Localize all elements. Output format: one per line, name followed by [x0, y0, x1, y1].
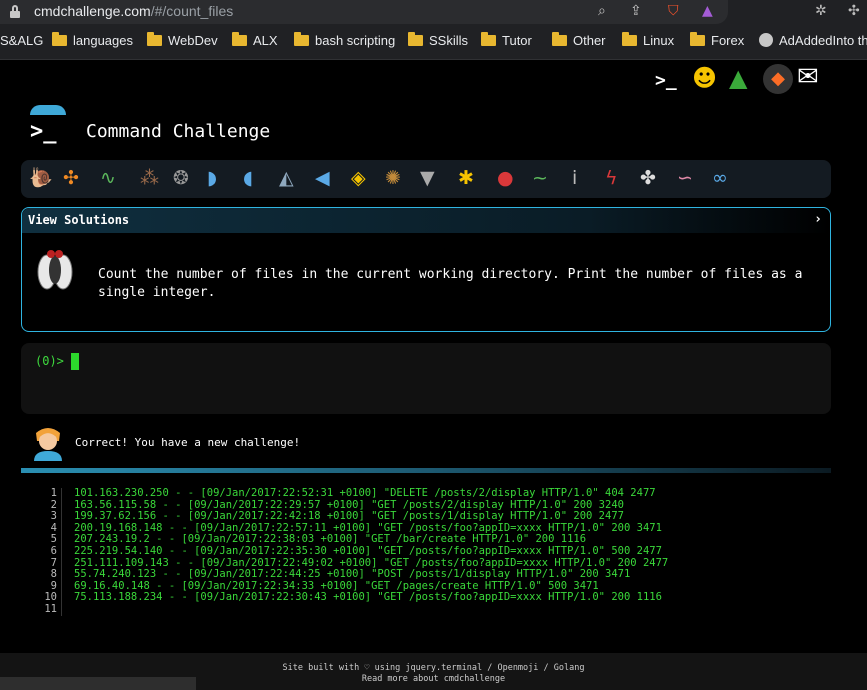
- brave-rewards-icon[interactable]: ▲: [702, 3, 713, 19]
- bookmark-item[interactable]: SSkills: [408, 32, 468, 51]
- bookmark-item[interactable]: S&ALG: [0, 33, 43, 51]
- microbe-icon[interactable]: ∞: [712, 167, 728, 189]
- challenge-card: View Solutions › Count the number of fil…: [21, 207, 831, 332]
- gitlab-icon[interactable]: ◆: [763, 64, 793, 94]
- view-solutions-label[interactable]: View Solutions: [28, 213, 129, 227]
- line-text: 101.163.230.250 - - [09/Jan/2017:22:52:3…: [74, 487, 656, 499]
- footer-credits[interactable]: Site built with ♡ using jquery.terminal …: [0, 663, 867, 674]
- bookmark-item[interactable]: Other: [552, 32, 606, 51]
- bookmark-item[interactable]: AdAddedInto th: [759, 33, 867, 51]
- tropical-fish-icon[interactable]: ◈: [351, 167, 366, 189]
- line-text: 75.113.188.234 - - [09/Jan/2017:22:30:43…: [74, 591, 662, 604]
- ant-icon[interactable]: ⁂: [140, 167, 159, 189]
- logo-umbrella: [30, 105, 66, 115]
- whale-icon[interactable]: ◗: [207, 167, 217, 189]
- challenge-description: Count the number of files in the current…: [98, 267, 803, 300]
- caterpillar-icon[interactable]: ∿: [100, 167, 116, 189]
- line-text: 199.37.62.156 - - [09/Jan/2017:22:42:18 …: [74, 510, 624, 523]
- line-text: 251.111.109.143 - - [09/Jan/2017:22:49:0…: [74, 556, 669, 569]
- bookmark-item[interactable]: languages: [52, 32, 133, 51]
- line-number: 8: [21, 569, 62, 581]
- horizontal-scrollbar[interactable]: [0, 677, 196, 690]
- fish-icon[interactable]: ◀: [315, 167, 330, 189]
- folder-icon: [622, 32, 637, 46]
- lock-icon[interactable]: [10, 5, 20, 18]
- tree-icon[interactable]: ▲: [729, 64, 747, 92]
- share-icon[interactable]: ⇪: [630, 3, 642, 19]
- file-preview: 1 101.163.230.250 - - [09/Jan/2017:22:52:…: [21, 487, 831, 616]
- page-title: Command Challenge: [86, 121, 271, 142]
- terminal-logo-icon[interactable]: >_: [655, 70, 677, 91]
- code-line: 10 75.113.188.234 - - [09/Jan/2017:22:30:…: [21, 592, 831, 604]
- divider: [21, 468, 831, 473]
- folder-icon: [408, 32, 423, 46]
- wolf-icon[interactable]: ▼: [420, 167, 435, 189]
- person-avatar-icon: [34, 428, 62, 461]
- shushing-face-icon[interactable]: ☻: [692, 64, 717, 92]
- ladybug-icon[interactable]: ●: [497, 167, 514, 189]
- folder-icon: [481, 32, 496, 46]
- line-text: 163.56.115.58 - - [09/Jan/2017:22:29:57 …: [74, 498, 624, 511]
- line-text: 55.74.240.123 - - [09/Jan/2017:22:44:25 …: [74, 568, 631, 581]
- line-text: 69.16.40.148 - - [09/Jan/2017:22:34:33 +…: [74, 579, 599, 592]
- mail-icon[interactable]: ✉: [797, 62, 819, 92]
- line-number: 1: [21, 487, 62, 500]
- bee-icon[interactable]: ✱: [458, 167, 474, 189]
- folder-icon: [294, 32, 309, 46]
- line-text: 200.19.168.148 - - [09/Jan/2017:22:57:11…: [74, 521, 662, 534]
- view-solutions-header[interactable]: View Solutions ›: [22, 208, 830, 233]
- scorpion-icon[interactable]: ϟ: [605, 167, 618, 189]
- line-number: 6: [21, 545, 62, 558]
- bookmark-item[interactable]: ALX: [232, 32, 278, 51]
- browser-toolbar: cmdchallenge.com/#/count_files ⌕ ⇪ ⛉ ▲ ✲…: [0, 0, 867, 24]
- bookmarks-bar: S&ALG languages WebDev ALX bash scriptin…: [0, 24, 867, 60]
- terminal-prompt: (0)>: [35, 354, 64, 368]
- fly-icon: [37, 250, 73, 290]
- line-text: 207.243.19.2 - - [09/Jan/2017:22:38:03 +…: [74, 533, 587, 546]
- butterfly-icon[interactable]: ✣: [63, 167, 79, 189]
- terminal[interactable]: (0)>: [21, 343, 831, 414]
- blowfish-icon[interactable]: ✺: [385, 167, 401, 189]
- snail-icon[interactable]: 🐌: [29, 167, 53, 189]
- globe-icon: [759, 33, 773, 47]
- line-number: 11: [21, 603, 62, 616]
- code-line: 11: [21, 603, 831, 616]
- address-bar[interactable]: cmdchallenge.com/#/count_files ⌕ ⇪ ⛉ ▲: [0, 0, 728, 24]
- terminal-cursor[interactable]: [71, 353, 79, 370]
- zoom-icon[interactable]: ⌕: [598, 3, 606, 19]
- dolphin-icon[interactable]: ◖: [243, 167, 253, 189]
- folder-icon: [232, 32, 247, 46]
- bookmark-item[interactable]: WebDev: [147, 32, 218, 51]
- line-text: 225.219.54.140 - - [09/Jan/2017:22:35:30…: [74, 544, 662, 557]
- logo-icon[interactable]: >_: [30, 119, 57, 144]
- folder-icon: [147, 32, 162, 46]
- chevron-right-icon[interactable]: ›: [814, 212, 822, 227]
- bookmark-item[interactable]: Tutor: [481, 32, 532, 51]
- mosquito-icon[interactable]: ⅰ: [572, 167, 577, 189]
- bookmark-item[interactable]: bash scripting: [294, 32, 395, 51]
- extensions-icon[interactable]: ✲: [815, 3, 827, 19]
- worm-icon[interactable]: ~: [532, 167, 548, 189]
- puzzle-icon[interactable]: ✣: [848, 3, 860, 19]
- bookmark-item[interactable]: Forex: [690, 32, 744, 51]
- folder-icon: [552, 32, 567, 46]
- shark-icon[interactable]: ◭: [279, 167, 294, 189]
- fly-icon[interactable]: ✤: [640, 167, 656, 189]
- bookmark-item[interactable]: Linux: [622, 32, 674, 51]
- result-message: Correct! You have a new challenge!: [75, 436, 301, 449]
- folder-icon: [52, 32, 67, 46]
- worm-pink-icon[interactable]: ∽: [677, 167, 693, 189]
- url-text[interactable]: cmdchallenge.com/#/count_files: [34, 3, 233, 19]
- brave-shield-icon[interactable]: ⛉: [668, 3, 679, 19]
- folder-icon: [690, 32, 705, 46]
- spider-web-icon[interactable]: ❂: [173, 167, 189, 189]
